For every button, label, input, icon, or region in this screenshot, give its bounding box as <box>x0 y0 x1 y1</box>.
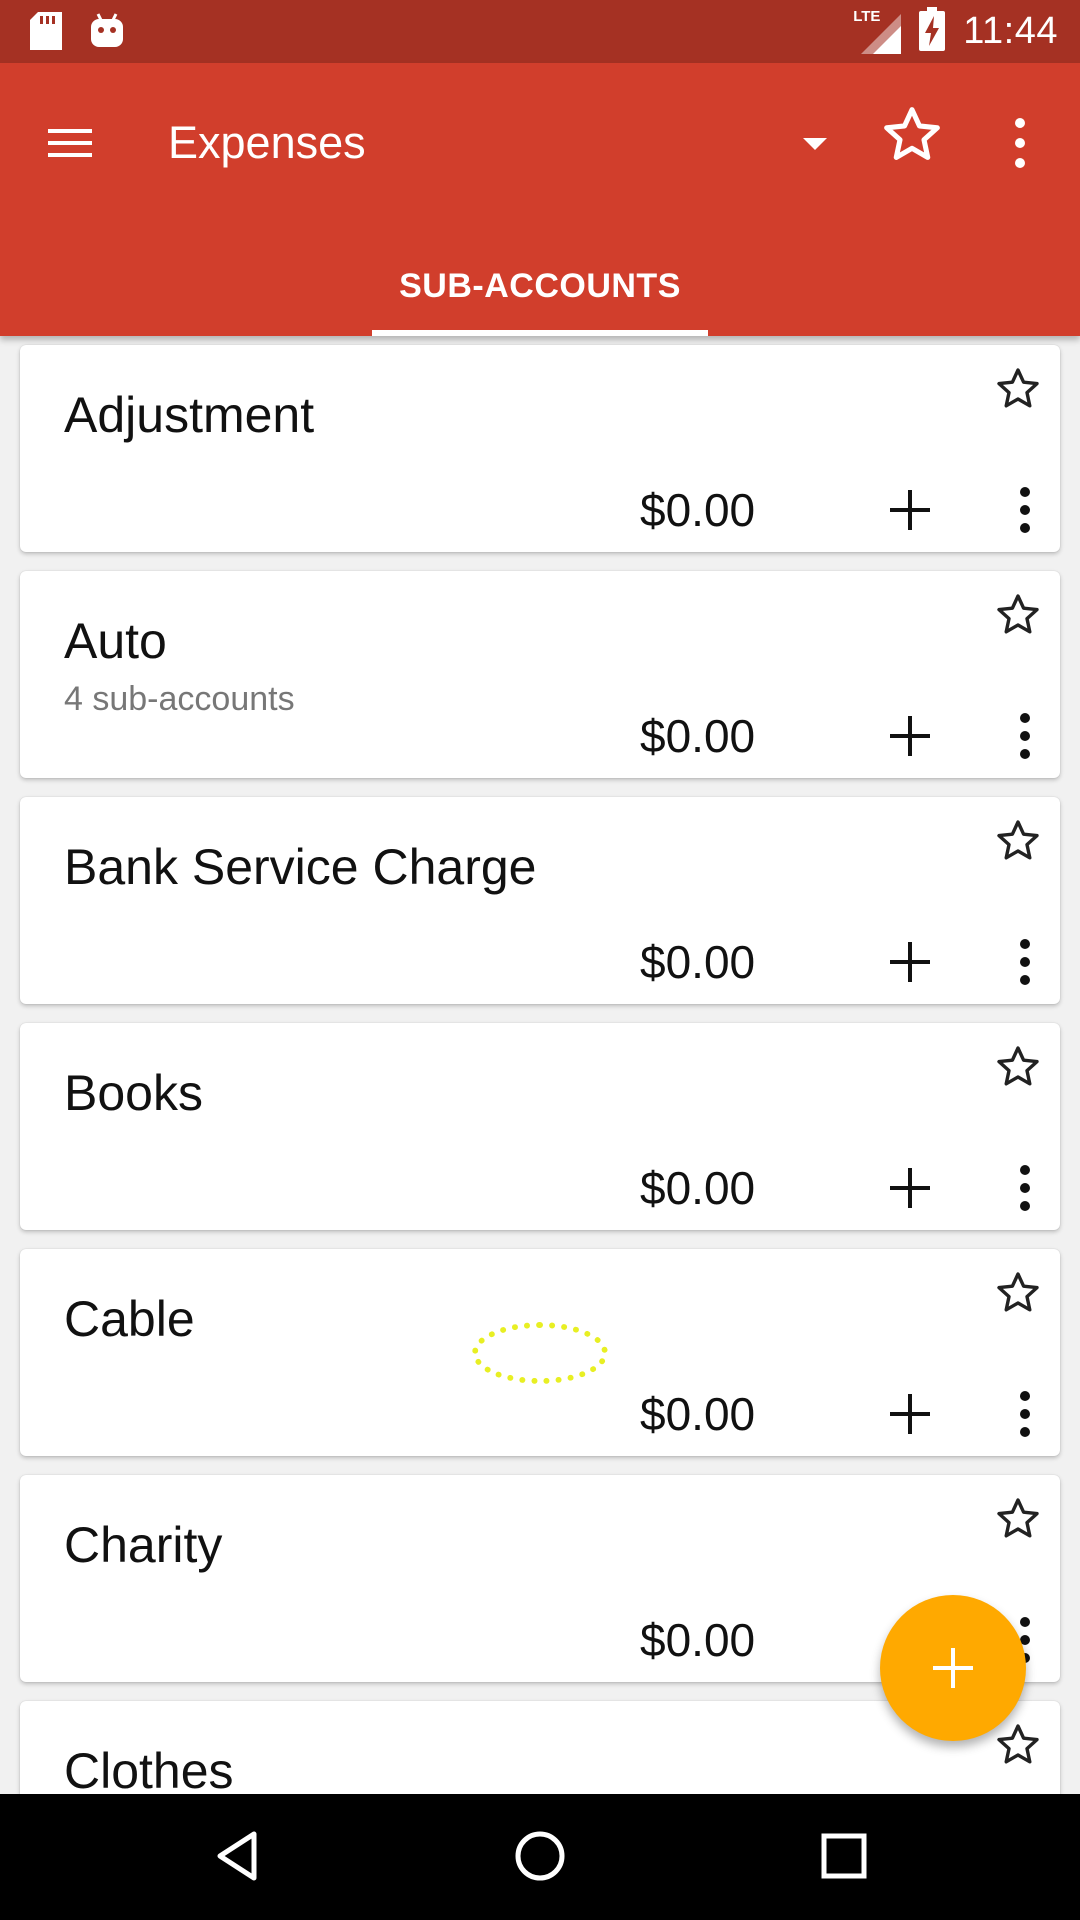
more-vert-icon <box>1010 1165 1040 1222</box>
favorite-button[interactable] <box>994 365 1042 413</box>
star-outline-icon <box>994 368 1042 417</box>
battery-charging-icon <box>919 7 946 56</box>
home-icon <box>508 1831 572 1892</box>
account-balance: $0.00 <box>640 1162 756 1214</box>
account-menu-button[interactable] <box>1010 1158 1040 1218</box>
favorite-button[interactable] <box>994 1269 1042 1317</box>
android-icon <box>90 12 124 55</box>
more-vert-icon <box>995 118 1045 182</box>
favorite-button[interactable] <box>994 591 1042 639</box>
sd-card-icon <box>30 12 62 55</box>
favorite-button[interactable] <box>994 817 1042 865</box>
recents-button[interactable] <box>812 1824 876 1888</box>
menu-icon <box>40 129 100 177</box>
star-outline-icon <box>994 1272 1042 1321</box>
account-name: Clothes <box>64 1743 234 1799</box>
account-menu-button[interactable] <box>1010 1384 1040 1444</box>
add-account-fab[interactable] <box>880 1595 1026 1741</box>
add-transaction-button[interactable] <box>880 706 940 766</box>
dropdown-arrow-icon <box>790 138 840 172</box>
favorite-button[interactable] <box>994 1495 1042 1543</box>
account-balance: $0.00 <box>640 936 756 988</box>
account-menu-button[interactable] <box>1010 706 1040 766</box>
account-card-books[interactable]: Books $0.00 <box>20 1023 1060 1230</box>
account-balance: $0.00 <box>640 1614 756 1666</box>
star-outline-icon <box>994 820 1042 869</box>
more-vert-icon <box>1010 713 1040 770</box>
add-transaction-button[interactable] <box>880 1158 940 1218</box>
back-icon <box>208 1831 272 1892</box>
account-name: Adjustment <box>64 387 315 443</box>
account-title[interactable]: Expenses <box>168 113 366 173</box>
recents-icon <box>812 1833 876 1892</box>
account-card-adjustment[interactable]: Adjustment $0.00 <box>20 345 1060 552</box>
menu-button[interactable] <box>40 113 100 173</box>
plus-icon <box>880 1394 940 1448</box>
account-name: Charity <box>64 1517 223 1573</box>
add-transaction-button[interactable] <box>880 480 940 540</box>
star-outline-icon <box>994 1498 1042 1547</box>
account-menu-button[interactable] <box>1010 932 1040 992</box>
star-outline-icon <box>994 1046 1042 1095</box>
star-outline-icon <box>994 594 1042 643</box>
plus-icon <box>880 942 940 996</box>
star-outline-icon <box>994 1724 1042 1773</box>
tab-sub-accounts[interactable]: SUB-ACCOUNTS <box>372 248 708 336</box>
account-name: Books <box>64 1065 203 1121</box>
account-balance: $0.00 <box>640 710 756 762</box>
account-dropdown-button[interactable] <box>790 118 840 168</box>
add-transaction-button[interactable] <box>880 932 940 992</box>
tab-indicator <box>372 330 708 336</box>
plus-icon <box>880 1168 940 1222</box>
account-name: Bank Service Charge <box>64 839 537 895</box>
more-vert-icon <box>1010 939 1040 996</box>
app-bar: Expenses SUB-ACCOUNTS <box>0 63 1080 336</box>
plus-icon <box>880 490 940 544</box>
network-type-label: LTE <box>853 7 881 25</box>
account-menu-button[interactable] <box>1010 480 1040 540</box>
sub-account-count: 4 sub-accounts <box>64 680 295 718</box>
more-vert-icon <box>1010 1391 1040 1448</box>
add-transaction-button[interactable] <box>880 1384 940 1444</box>
touch-indicator <box>472 1322 608 1384</box>
favorite-button[interactable] <box>994 1043 1042 1091</box>
star-outline-icon <box>880 107 944 171</box>
clock: 11:44 <box>963 10 1058 52</box>
favorite-account-button[interactable] <box>880 103 945 173</box>
account-card-bank-service-charge[interactable]: Bank Service Charge $0.00 <box>20 797 1060 1004</box>
status-bar: LTE 11:44 <box>0 0 1080 63</box>
more-vert-icon <box>1010 487 1040 544</box>
plus-icon <box>880 716 940 770</box>
home-button[interactable] <box>508 1824 572 1888</box>
favorite-button[interactable] <box>994 1721 1042 1769</box>
overflow-menu-button[interactable] <box>995 108 1045 178</box>
account-balance: $0.00 <box>640 484 756 536</box>
system-nav-bar <box>0 1794 1080 1920</box>
back-button[interactable] <box>208 1824 272 1888</box>
account-balance: $0.00 <box>640 1388 756 1440</box>
account-name: Auto <box>64 613 167 669</box>
account-name: Cable <box>64 1291 195 1347</box>
signal-icon: LTE <box>853 8 902 54</box>
tab-label: SUB-ACCOUNTS <box>399 267 681 305</box>
account-card-auto[interactable]: Auto 4 sub-accounts $0.00 <box>20 571 1060 778</box>
